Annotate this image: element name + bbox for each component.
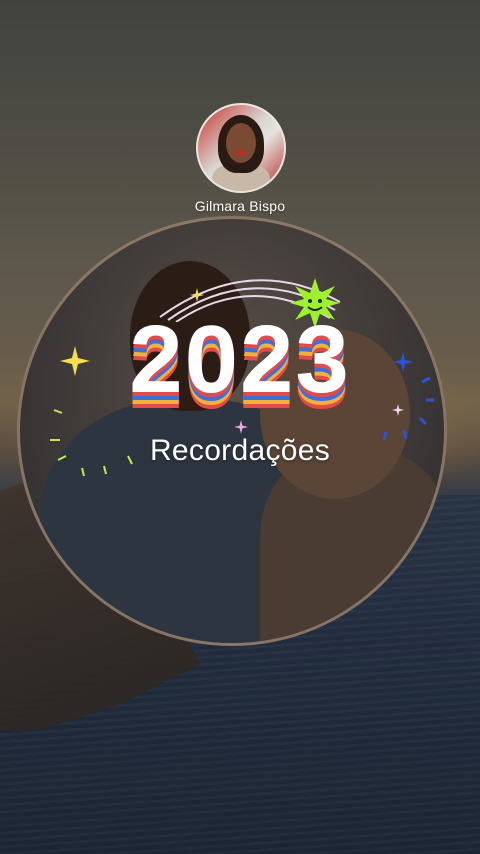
memories-screen: 2023 Recordações Gilmara Bispo bbox=[0, 0, 480, 854]
profile-name[interactable]: Gilmara Bispo bbox=[0, 198, 480, 214]
sparkle-icon bbox=[234, 420, 248, 434]
memories-title: Recordações bbox=[149, 434, 331, 467]
avatar-lips bbox=[236, 151, 246, 155]
avatar-face bbox=[226, 123, 256, 163]
memories-year: 2023 bbox=[129, 306, 351, 413]
sparkle-icon bbox=[190, 288, 204, 302]
profile-avatar[interactable] bbox=[196, 103, 286, 193]
